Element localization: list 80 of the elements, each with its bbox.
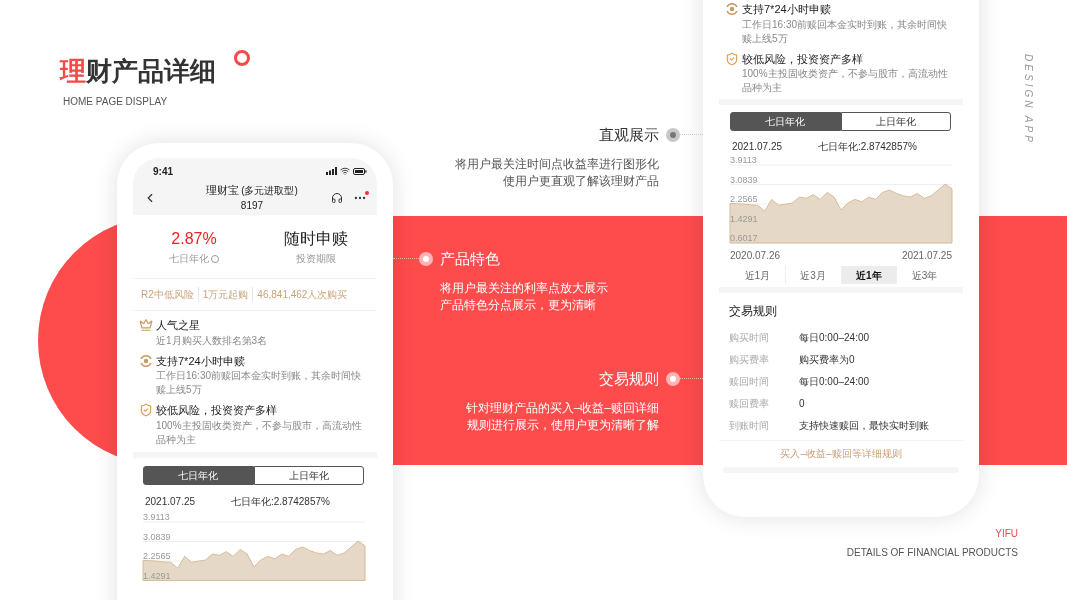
leader-line bbox=[680, 134, 703, 135]
rule-value: 支持快速赎回，最快实时到账 bbox=[799, 418, 929, 433]
axis-tick-label: 2.2565 bbox=[730, 194, 758, 204]
axis-tick-label: 2.2565 bbox=[143, 550, 171, 561]
rule-label: 购买时间 bbox=[729, 330, 770, 345]
feature-description: 100%主投固收类资产，不参与股市，高流动性品种为主 bbox=[741, 67, 949, 95]
axis-date-label: 2020.07.26 bbox=[730, 249, 781, 263]
annotation-title: 直观展示 bbox=[599, 125, 659, 145]
crown-icon bbox=[139, 318, 153, 333]
chart-tab[interactable]: 上日年化 bbox=[253, 465, 364, 485]
yield-label: 七日年化 bbox=[169, 252, 209, 266]
product-type: (多元进取型) bbox=[241, 183, 298, 198]
chart-date: 2021.07.25 bbox=[144, 494, 197, 509]
cycle-icon bbox=[139, 353, 153, 368]
rule-value: 每日0:00–24:00 bbox=[799, 374, 870, 389]
feature-title: 支持7*24小时申赎 bbox=[742, 2, 831, 17]
chart-reading: 七日年化:2.8742857% bbox=[818, 140, 917, 154]
ring-icon bbox=[234, 50, 250, 66]
annotation-text: 针对理财产品的买入–收益–赎回详细 bbox=[465, 399, 659, 417]
chart-tab[interactable]: 上日年化 bbox=[840, 112, 951, 131]
axis-date-label: 2021.07.25 bbox=[901, 249, 952, 263]
brand-label: YIFU bbox=[995, 527, 1018, 541]
headset-icon[interactable] bbox=[331, 191, 343, 204]
footer-caption: DETAILS OF FINANCIAL PRODUCTS bbox=[846, 546, 1018, 560]
axis-tick-label: 3.0839 bbox=[143, 531, 171, 541]
product-tag: 46,841,462人次购买 bbox=[252, 287, 352, 302]
annotation-text: 产品特色分点展示，更为清晰 bbox=[440, 296, 596, 314]
shield-check-icon bbox=[139, 403, 153, 418]
axis-tick-label: 1.4291 bbox=[143, 570, 171, 580]
annotation-text: 使用户更直观了解该理财产品 bbox=[503, 172, 659, 190]
chart-date: 2021.07.25 bbox=[731, 140, 784, 154]
range-tab[interactable]: 近1年 bbox=[840, 266, 897, 284]
axis-tick-label: 1.4291 bbox=[730, 213, 758, 224]
page-title: 财产品详细 bbox=[86, 55, 216, 88]
axis-tick-label: 0.6017 bbox=[730, 233, 758, 243]
rule-value: 每日0:00–24:00 bbox=[799, 330, 870, 345]
cycle-icon bbox=[725, 2, 739, 17]
rule-label: 赎回费率 bbox=[729, 396, 770, 411]
page-subtitle: HOME PAGE DISPLAY bbox=[63, 95, 168, 109]
annotation-title: 交易规则 bbox=[599, 369, 659, 389]
section-title: 交易规则 bbox=[729, 303, 778, 320]
feature-title: 支持7*24小时申赎 bbox=[156, 353, 245, 369]
feature-title: 较低风险，投资资产多样 bbox=[742, 51, 863, 67]
product-code: 8197 bbox=[240, 199, 264, 214]
shield-check-icon bbox=[725, 51, 739, 66]
product-name: 理财宝 bbox=[206, 182, 240, 198]
yield-rate: 2.87% bbox=[171, 229, 217, 249]
rule-value: 购买费率为0 bbox=[799, 352, 855, 367]
term-value: 随时申赎 bbox=[284, 229, 348, 249]
product-tag: 1万元起购 bbox=[197, 287, 253, 302]
feature-title: 人气之星 bbox=[156, 318, 200, 333]
chart-tab[interactable]: 七日年化 bbox=[730, 112, 841, 131]
annotation-title: 产品特色 bbox=[440, 249, 500, 269]
axis-tick-label: 3.9113 bbox=[730, 155, 757, 165]
chart-tab[interactable]: 七日年化 bbox=[143, 465, 254, 485]
axis-tick-label: 3.0839 bbox=[730, 174, 758, 185]
leader-line bbox=[393, 258, 419, 259]
product-tag: R2中低风险 bbox=[137, 287, 198, 302]
annotation-text: 将用户最关注时间点收益率进行图形化 bbox=[455, 155, 659, 173]
rule-label: 到账时间 bbox=[729, 418, 770, 433]
wifi-icon bbox=[340, 166, 350, 176]
rule-value: 0 bbox=[799, 396, 805, 411]
feature-title: 较低风险，投资资产多样 bbox=[156, 403, 277, 418]
rule-label: 购买费率 bbox=[729, 352, 770, 367]
signal-icon bbox=[326, 167, 337, 175]
side-label: DESIGN APP bbox=[1021, 53, 1035, 147]
feature-description: 100%主投固收类资产，不参与股市，高流动性品种为主 bbox=[155, 418, 363, 447]
term-label: 投资期限 bbox=[296, 252, 336, 266]
status-time: 9:41 bbox=[152, 164, 173, 179]
leader-line bbox=[680, 378, 703, 379]
axis-tick-label: 3.9113 bbox=[143, 511, 170, 522]
feature-description: 近1月购买人数排名第3名 bbox=[155, 333, 269, 348]
annotation-text: 将用户最关注的利率点放大展示 bbox=[440, 279, 608, 297]
battery-icon bbox=[353, 167, 367, 175]
page-title-accent: 理 bbox=[60, 55, 86, 88]
chart-reading: 七日年化:2.8742857% bbox=[231, 494, 330, 509]
feature-description: 工作日16:30前赎回本金实时到账，其余时间快赎上线5万 bbox=[155, 369, 363, 397]
rule-label: 赎回时间 bbox=[729, 374, 770, 389]
annotation-text: 规则进行展示，使用户更为清晰了解 bbox=[467, 416, 659, 434]
feature-description: 工作日16:30前赎回本金实时到账，其余时间快赎上线5万 bbox=[741, 17, 949, 46]
